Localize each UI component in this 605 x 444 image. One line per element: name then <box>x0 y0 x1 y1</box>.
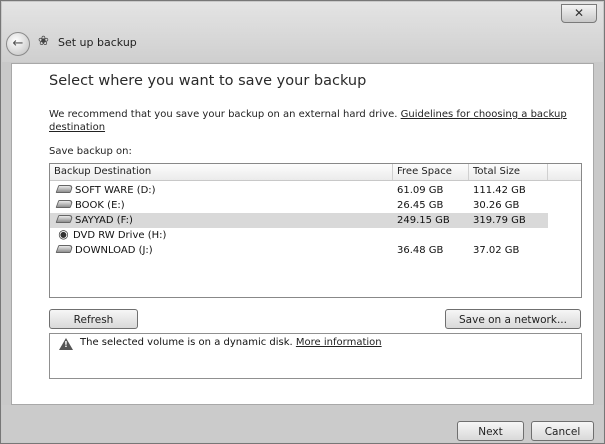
save-on-network-button[interactable]: Save on a network... <box>445 309 581 329</box>
total-size: 37.02 GB <box>473 245 520 256</box>
table-row[interactable]: BOOK (E:) 26.45 GB 30.26 GB <box>50 198 548 213</box>
free-space: 26.45 GB <box>397 200 444 211</box>
hard-drive-icon <box>55 185 74 193</box>
drive-name: SAYYAD (F:) <box>75 215 133 226</box>
window-title: Set up backup <box>58 36 137 49</box>
hard-drive-icon <box>55 245 74 253</box>
back-arrow-icon: ← <box>12 36 24 51</box>
table-row[interactable]: DOWNLOAD (J:) 36.48 GB 37.02 GB <box>50 243 548 258</box>
column-header-free-space[interactable]: Free Space <box>393 164 469 180</box>
back-button[interactable]: ← <box>6 32 30 56</box>
hard-drive-icon <box>55 215 74 223</box>
next-button[interactable]: Next <box>457 421 524 441</box>
recommendation-label: We recommend that you save your backup o… <box>49 109 401 120</box>
title-bar: ✕ ← ❀ Set up backup <box>2 2 603 62</box>
total-size: 30.26 GB <box>473 200 520 211</box>
drive-name: SOFT WARE (D:) <box>75 185 156 196</box>
total-size: 111.42 GB <box>473 185 526 196</box>
drive-name: DVD RW Drive (H:) <box>73 230 167 241</box>
free-space: 249.15 GB <box>397 215 450 226</box>
backup-app-icon: ❀ <box>38 34 49 49</box>
column-header-total-size[interactable]: Total Size <box>469 164 548 180</box>
table-header: Backup Destination Free Space Total Size <box>50 164 581 181</box>
refresh-button[interactable]: Refresh <box>49 309 138 329</box>
free-space: 61.09 GB <box>397 185 444 196</box>
info-panel: ! The selected volume is on a dynamic di… <box>49 333 582 379</box>
drive-name: DOWNLOAD (J:) <box>75 245 153 256</box>
info-message-text: The selected volume is on a dynamic disk… <box>80 337 296 348</box>
total-size: 319.79 GB <box>473 215 526 226</box>
hard-drive-icon <box>55 200 74 208</box>
setup-backup-window: ✕ ← ❀ Set up backup Select where you wan… <box>0 0 605 444</box>
dvd-drive-icon: ◉ <box>58 226 69 241</box>
free-space: 36.48 GB <box>397 245 444 256</box>
column-header-destination[interactable]: Backup Destination <box>50 164 393 180</box>
more-information-link[interactable]: More information <box>296 337 382 348</box>
table-row[interactable]: ◉ DVD RW Drive (H:) <box>50 228 548 243</box>
page-heading: Select where you want to save your backu… <box>49 73 367 89</box>
recommendation-text: We recommend that you save your backup o… <box>49 108 594 134</box>
close-icon: ✕ <box>573 6 585 20</box>
button-bar: Next Cancel <box>2 405 603 442</box>
cancel-button[interactable]: Cancel <box>531 421 594 441</box>
save-backup-on-label: Save backup on: <box>49 146 132 157</box>
table-row[interactable]: SOFT WARE (D:) 61.09 GB 111.42 GB <box>50 183 548 198</box>
backup-destination-table: Backup Destination Free Space Total Size… <box>49 163 582 298</box>
info-message: The selected volume is on a dynamic disk… <box>80 337 382 348</box>
drive-name: BOOK (E:) <box>75 200 125 211</box>
close-button[interactable]: ✕ <box>561 4 597 23</box>
wizard-content: Select where you want to save your backu… <box>11 63 594 405</box>
table-row-selected[interactable]: SAYYAD (F:) 249.15 GB 319.79 GB <box>50 213 548 228</box>
